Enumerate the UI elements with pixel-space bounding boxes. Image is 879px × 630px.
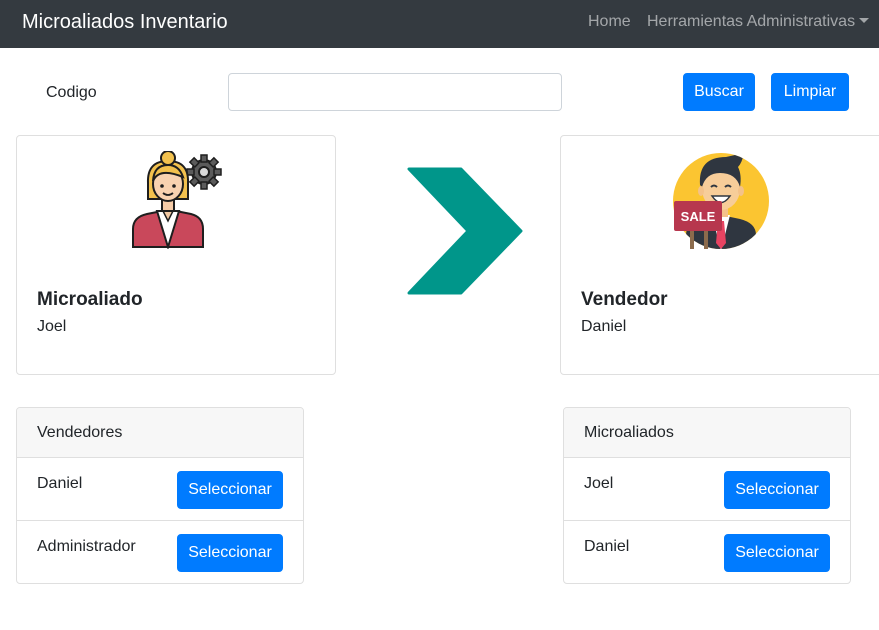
list-item: Daniel Seleccionar xyxy=(17,458,303,521)
microaliados-panel: Microaliados Joel Seleccionar Daniel Sel… xyxy=(563,407,851,584)
list-item-name: Administrador xyxy=(37,538,136,555)
select-button[interactable]: Seleccionar xyxy=(724,534,830,572)
vendedor-card: SALE Vendedor Daniel xyxy=(560,135,879,375)
list-item-name: Daniel xyxy=(584,538,630,555)
list-item: Joel Seleccionar xyxy=(564,458,850,521)
caret-down-icon xyxy=(859,18,870,23)
nav-admin-tools-label: Herramientas Administrativas xyxy=(647,13,856,30)
vendedor-card-name: Daniel xyxy=(581,318,627,335)
code-label: Codigo xyxy=(46,84,97,101)
salesman-sale-sign-icon: SALE xyxy=(673,153,769,249)
microaliados-panel-header: Microaliados xyxy=(564,408,850,458)
select-button[interactable]: Seleccionar xyxy=(177,534,283,572)
clear-button[interactable]: Limpiar xyxy=(771,73,849,111)
select-button[interactable]: Seleccionar xyxy=(724,471,830,509)
businesswoman-gear-icon xyxy=(132,151,222,249)
list-item: Administrador Seleccionar xyxy=(17,521,303,583)
list-item: Daniel Seleccionar xyxy=(564,521,850,583)
select-button[interactable]: Seleccionar xyxy=(177,471,283,509)
vendedores-panel: Vendedores Daniel Seleccionar Administra… xyxy=(16,407,304,584)
microaliado-card: Microaliado Joel xyxy=(16,135,336,375)
nav-admin-tools-dropdown[interactable]: Herramientas Administrativas xyxy=(647,13,870,31)
list-item-name: Joel xyxy=(584,475,614,492)
code-input[interactable] xyxy=(228,73,562,111)
sale-sign-text: SALE xyxy=(681,209,716,224)
microaliado-card-title: Microaliado xyxy=(37,289,143,310)
nav-home-link[interactable]: Home xyxy=(588,13,631,31)
microaliado-card-name: Joel xyxy=(37,318,67,335)
brand-title[interactable]: Microaliados Inventario xyxy=(22,11,228,34)
search-button[interactable]: Buscar xyxy=(683,73,755,111)
chevron-right-icon xyxy=(407,167,523,295)
navbar: Microaliados Inventario Home Herramienta… xyxy=(0,0,879,48)
vendedores-panel-header: Vendedores xyxy=(17,408,303,458)
list-item-name: Daniel xyxy=(37,475,83,492)
vendedor-card-title: Vendedor xyxy=(581,289,668,310)
